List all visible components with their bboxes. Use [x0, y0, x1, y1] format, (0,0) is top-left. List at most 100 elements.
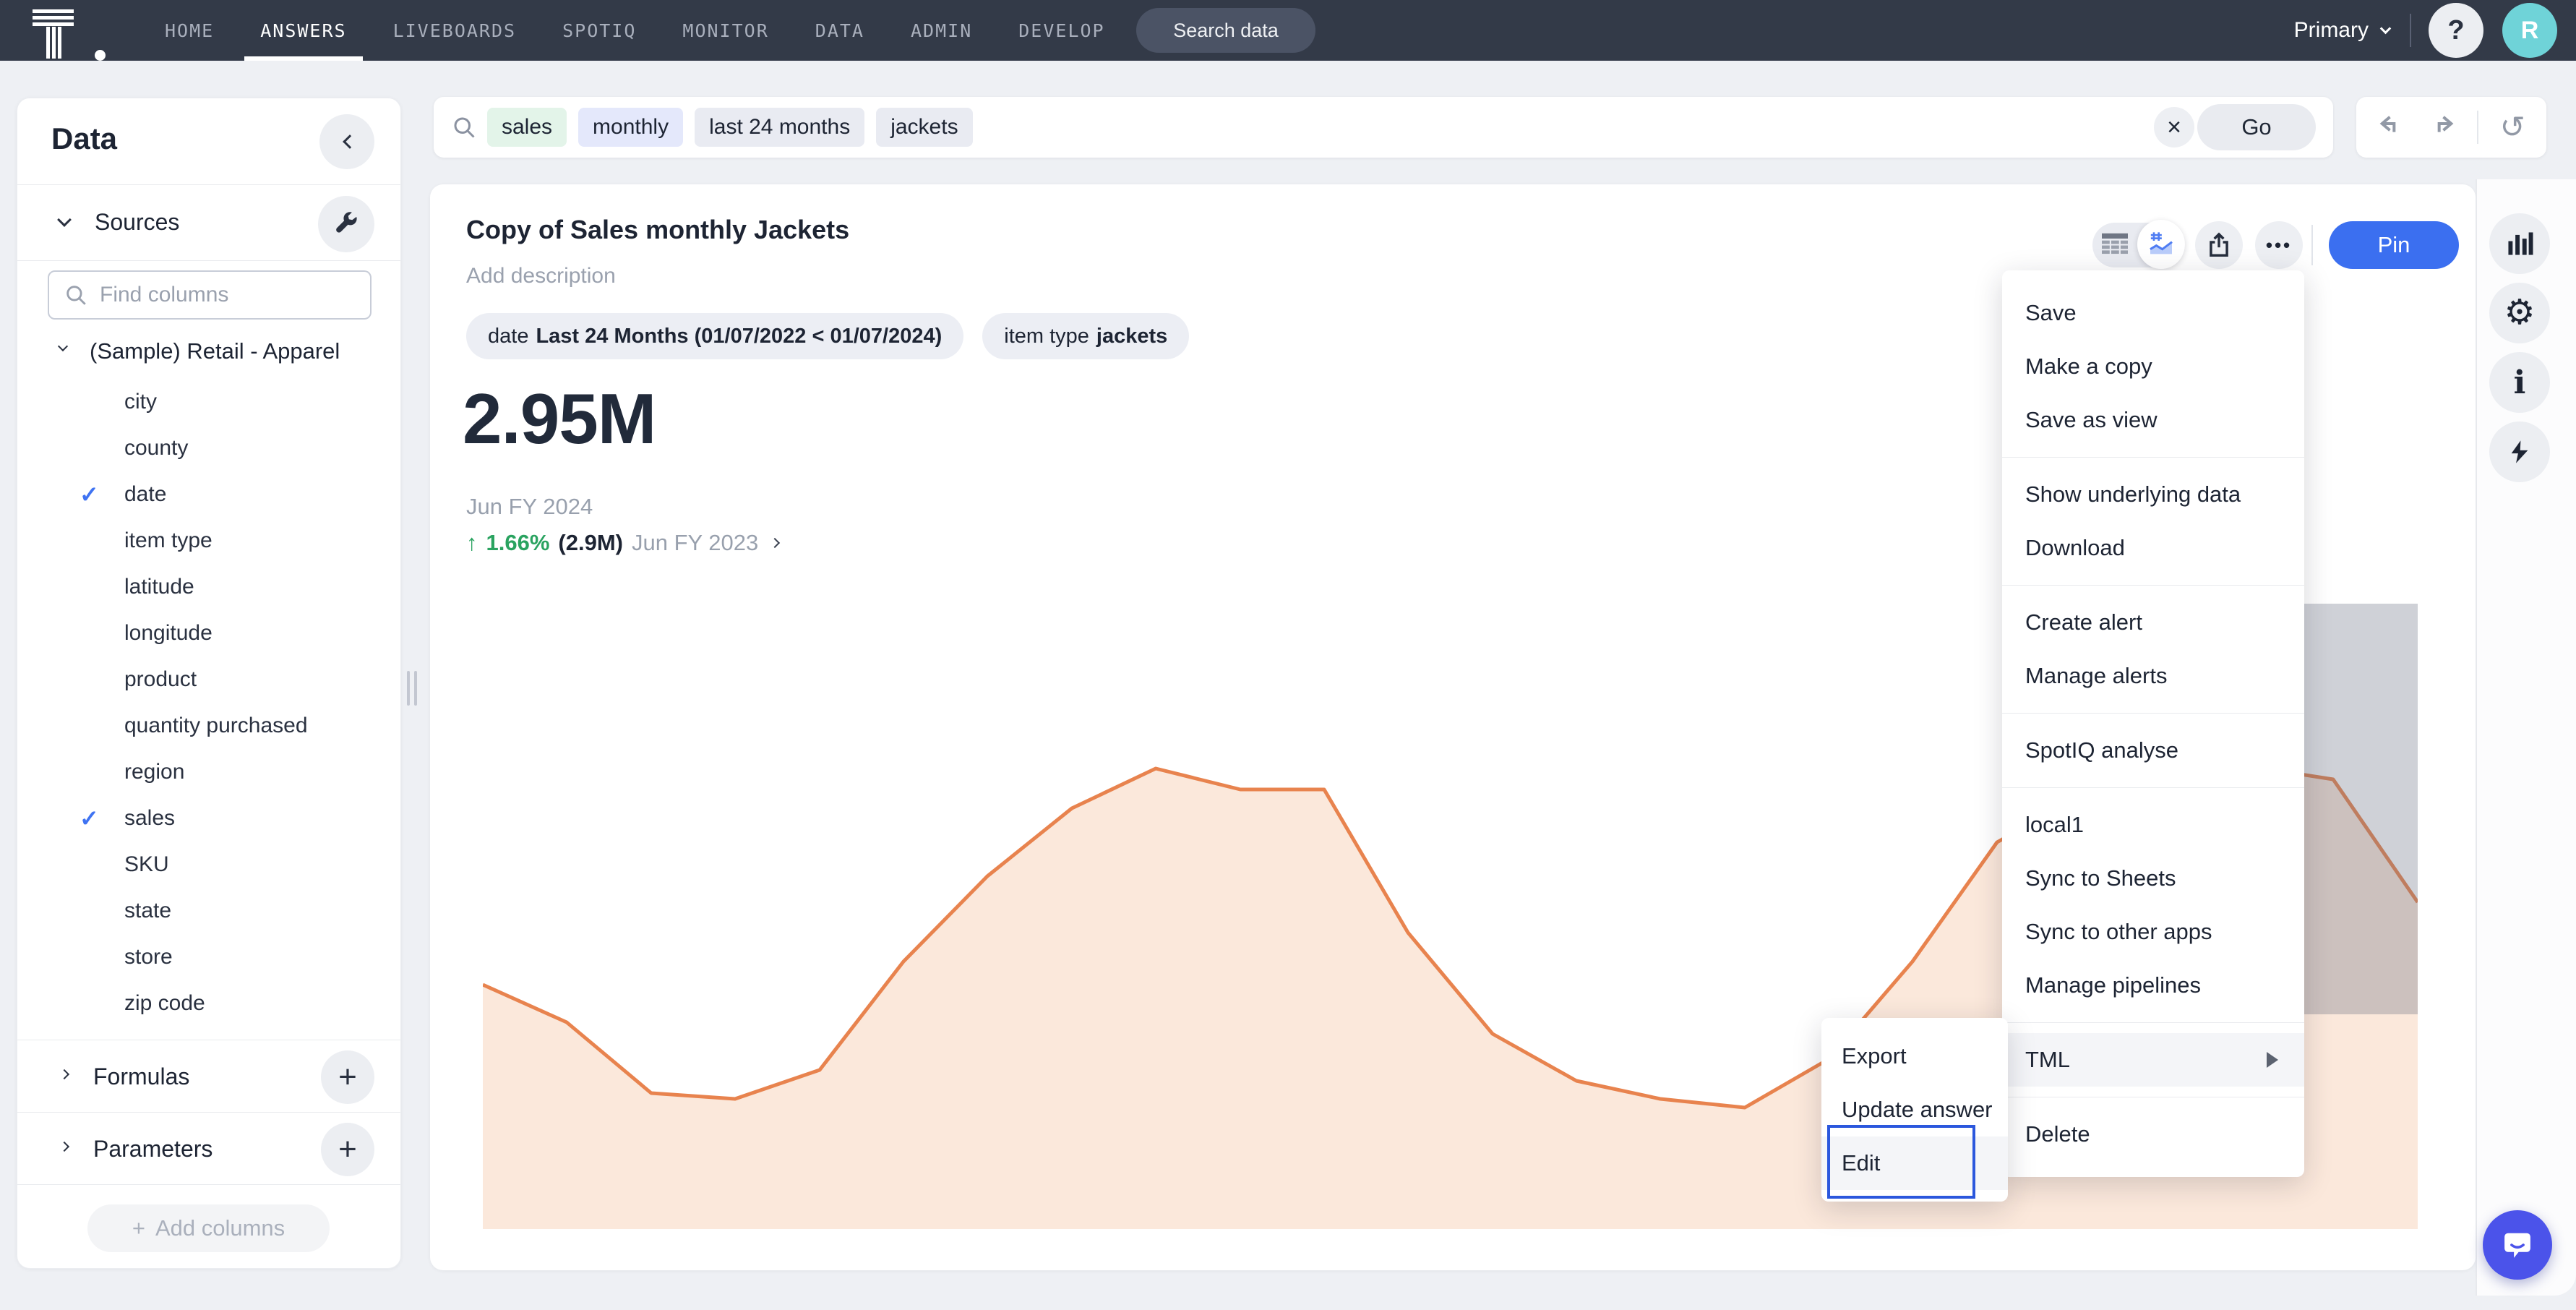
chevron-right-icon: [59, 1069, 69, 1079]
menu-item-save[interactable]: Save: [2002, 286, 2304, 340]
table-icon: [2100, 232, 2129, 258]
column-sku[interactable]: SKU: [17, 842, 400, 888]
column-county[interactable]: county: [17, 425, 400, 471]
settings-button[interactable]: ⚙: [2489, 283, 2550, 343]
menu-item-make-a-copy[interactable]: Make a copy: [2002, 340, 2304, 393]
column-latitude[interactable]: latitude: [17, 564, 400, 610]
reset-icon[interactable]: ↺: [2500, 113, 2525, 142]
parameters-section[interactable]: Parameters +: [17, 1112, 400, 1184]
history-divider: [2477, 111, 2478, 144]
source-table-row[interactable]: (Sample) Retail - Apparel: [17, 331, 400, 374]
nav-item-liveboards[interactable]: LIVEBOARDS: [393, 0, 517, 61]
current-period-highlight-band: [2301, 604, 2418, 1014]
plus-icon: +: [338, 1059, 357, 1095]
search-icon: [451, 114, 477, 140]
history-toolbar: ↺: [2356, 97, 2546, 158]
add-description[interactable]: Add description: [466, 264, 616, 288]
org-switcher[interactable]: Primary: [2294, 18, 2390, 43]
redo-icon[interactable]: [2427, 113, 2456, 142]
chart-config-button[interactable]: [2489, 213, 2550, 274]
data-panel-header: Data: [17, 98, 400, 185]
menu-item-download[interactable]: Download: [2002, 521, 2304, 575]
undo-icon[interactable]: [2377, 113, 2406, 142]
search-icon: [64, 283, 88, 307]
avatar[interactable]: R: [2502, 3, 2557, 58]
menu-item-tml[interactable]: TML: [2002, 1033, 2304, 1087]
change-percent: 1.66%: [486, 530, 550, 556]
more-actions-button[interactable]: •••: [2255, 221, 2303, 269]
go-button[interactable]: Go: [2197, 104, 2316, 150]
chat-support-button[interactable]: [2483, 1210, 2552, 1280]
add-columns-button[interactable]: + Add columns: [87, 1204, 330, 1252]
search-token-jackets[interactable]: jackets: [876, 108, 972, 147]
nav-search-data-button[interactable]: Search data: [1136, 8, 1315, 53]
column-date[interactable]: ✓date: [17, 471, 400, 518]
sources-section[interactable]: Sources: [17, 186, 400, 261]
chart-view-button[interactable]: [2137, 220, 2185, 269]
menu-item-sync-to-other-apps[interactable]: Sync to other apps: [2002, 905, 2304, 959]
nav-item-data[interactable]: DATA: [815, 0, 864, 61]
menu-item-show-underlying-data[interactable]: Show underlying data: [2002, 468, 2304, 521]
add-parameter-button[interactable]: +: [321, 1123, 374, 1176]
filter-chip-item-type[interactable]: item type jackets: [982, 313, 1189, 359]
edit-sources-button[interactable]: [318, 196, 374, 252]
menu-item-delete[interactable]: Delete: [2002, 1108, 2304, 1161]
submenu-item-export[interactable]: Export: [1821, 1029, 2008, 1083]
chevron-down-icon: [57, 213, 72, 227]
column-store[interactable]: store: [17, 934, 400, 980]
thoughtspot-logo-icon[interactable]: [33, 9, 74, 53]
filter-chip-date[interactable]: date Last 24 Months (01/07/2022 < 01/07/…: [466, 313, 963, 359]
nav-item-answers[interactable]: ANSWERS: [260, 0, 346, 61]
kpi-period: Jun FY 2024: [466, 494, 593, 520]
help-button[interactable]: ?: [2429, 3, 2483, 58]
collapse-panel-button[interactable]: [319, 114, 374, 169]
add-formula-button[interactable]: +: [321, 1050, 374, 1104]
nav-item-monitor[interactable]: MONITOR: [682, 0, 768, 61]
answer-title[interactable]: Copy of Sales monthly Jackets: [466, 215, 849, 245]
column-item-type[interactable]: item type: [17, 518, 400, 564]
menu-divider: [2002, 1022, 2304, 1023]
search-bar[interactable]: sales monthly last 24 months jackets × G…: [434, 97, 2333, 158]
submenu-item-edit[interactable]: Edit: [1821, 1136, 2008, 1190]
nav-item-admin[interactable]: ADMIN: [911, 0, 972, 61]
share-button[interactable]: [2195, 221, 2243, 269]
column-longitude[interactable]: longitude: [17, 610, 400, 656]
clear-search-button[interactable]: ×: [2154, 107, 2194, 147]
kpi-change-row[interactable]: ↑ 1.66% (2.9M) Jun FY 2023: [466, 530, 778, 556]
panel-resize-handle[interactable]: [407, 671, 424, 706]
spotiq-insights-button[interactable]: [2489, 421, 2550, 482]
pin-button[interactable]: Pin: [2329, 221, 2459, 269]
nav-item-home[interactable]: HOME: [165, 0, 214, 61]
column-quantity-purchased[interactable]: quantity purchased: [17, 703, 400, 749]
formulas-section[interactable]: Formulas +: [17, 1040, 400, 1112]
search-token-last-24-months[interactable]: last 24 months: [695, 108, 864, 147]
menu-item-create-alert[interactable]: Create alert: [2002, 596, 2304, 649]
column-region[interactable]: region: [17, 749, 400, 795]
menu-item-spotiq-analyse[interactable]: SpotIQ analyse: [2002, 724, 2304, 777]
check-icon: ✓: [80, 481, 99, 508]
submenu-item-update-answer[interactable]: Update answer: [1821, 1083, 2008, 1136]
details-button[interactable]: i: [2489, 352, 2550, 413]
table-chart-toggle: [2092, 223, 2185, 267]
column-product[interactable]: product: [17, 656, 400, 703]
plus-icon: +: [132, 1215, 145, 1241]
search-token-sales[interactable]: sales: [487, 108, 567, 147]
find-columns-input[interactable]: Find columns: [48, 270, 372, 320]
nav-item-spotiq[interactable]: SPOTIQ: [562, 0, 636, 61]
column-sales[interactable]: ✓sales: [17, 795, 400, 842]
change-absolute: (2.9M): [558, 530, 623, 556]
column-city[interactable]: city: [17, 379, 400, 425]
menu-item-local1[interactable]: local1: [2002, 798, 2304, 852]
up-arrow-icon: ↑: [466, 530, 478, 556]
menu-item-manage-alerts[interactable]: Manage alerts: [2002, 649, 2304, 703]
menu-item-sync-to-sheets[interactable]: Sync to Sheets: [2002, 852, 2304, 905]
column-zip-code[interactable]: zip code: [17, 980, 400, 1027]
nav-item-develop[interactable]: DEVELOP: [1018, 0, 1104, 61]
compare-period: Jun FY 2023: [632, 530, 758, 556]
table-view-button[interactable]: [2092, 223, 2137, 267]
menu-item-save-as-view[interactable]: Save as view: [2002, 393, 2304, 447]
column-state[interactable]: state: [17, 888, 400, 934]
menu-item-manage-pipelines[interactable]: Manage pipelines: [2002, 959, 2304, 1012]
search-token-monthly[interactable]: monthly: [578, 108, 683, 147]
nav-divider: [2410, 14, 2411, 47]
